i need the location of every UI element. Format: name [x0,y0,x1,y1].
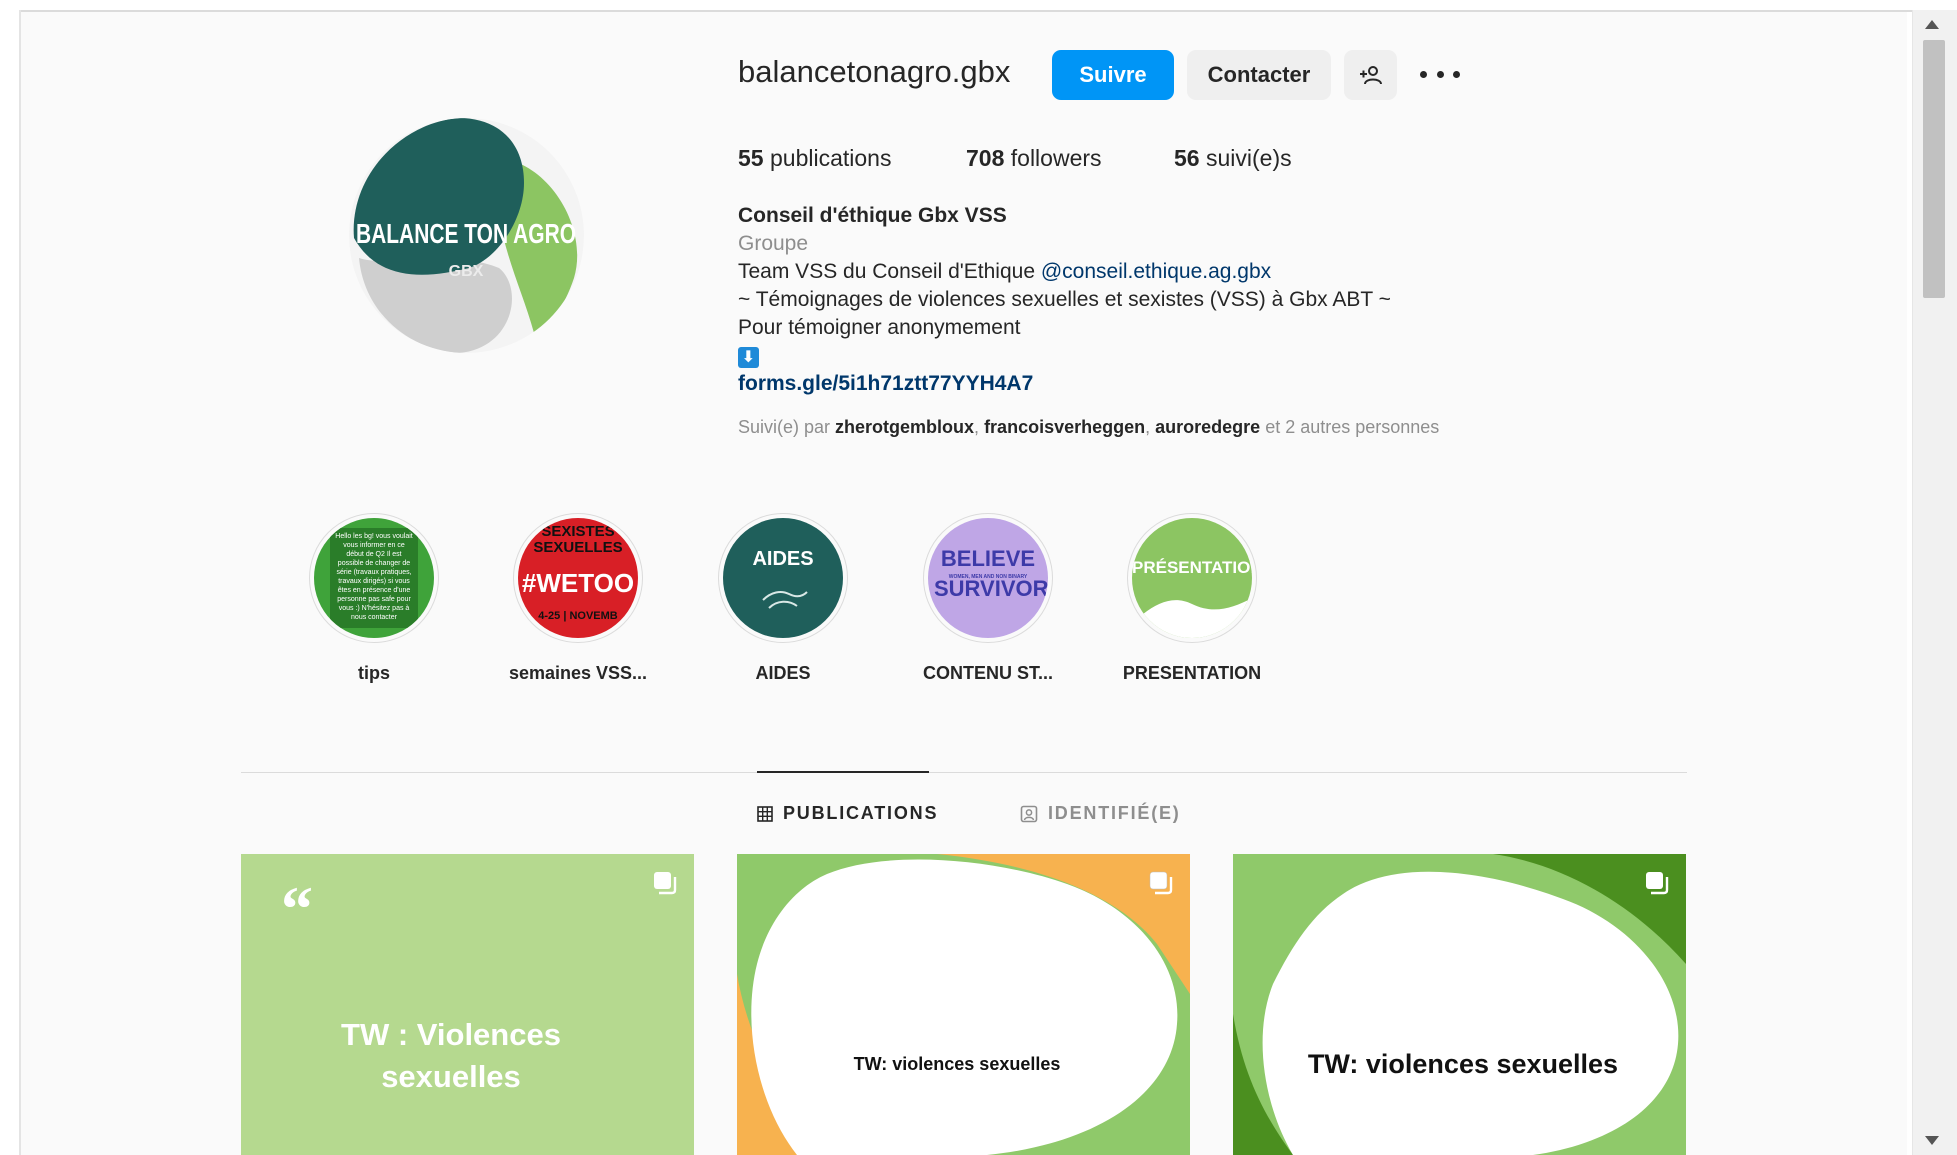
more-dots-icon [1420,70,1427,78]
scroll-up-arrow-icon[interactable] [1925,20,1939,29]
profile-username: balancetonagro.gbx [738,54,1011,89]
left-border [19,10,21,1155]
bio-line-testify: Pour témoigner anonymement [738,316,1021,339]
highlight-cover-aides: AIDES [723,518,843,638]
post-tile-2[interactable]: TW: violences sexuelles [737,854,1190,1155]
follow-button[interactable]: Suivre [1052,50,1174,100]
posts-count: 55 publications [738,145,892,171]
avatar-logo-image: BALANCE TON AGRO GBX [349,118,584,353]
post-3-caption: TW: violences sexuelles [1307,1049,1619,1079]
avatar-logo-text: BALANCE TON AGRO [356,218,576,249]
more-options-button[interactable] [1420,64,1460,84]
tab-publications[interactable]: PUBLICATIONS [757,803,938,824]
follower-link-2[interactable]: francoisverheggen [984,417,1145,437]
highlight-semaines-vss[interactable]: SEXISTES SEXUELLES #WETOO 4-25 | NOVEMB … [483,513,673,684]
profile-bio: Conseil d'éthique Gbx VSS Groupe Team VS… [738,202,1391,398]
top-border [20,10,1912,12]
profile-avatar[interactable]: BALANCE TON AGRO GBX [349,118,584,353]
wave-shape [1132,598,1252,638]
post-1-caption: TW : Violences sexuelles [341,1017,561,1094]
highlight-presentation[interactable]: PRÉSENTATION PRESENTATION [1097,513,1287,684]
tabs-divider [241,772,1687,773]
highlight-tips[interactable]: Hello les bg! vous voulait vous informer… [279,513,469,684]
scroll-down-arrow-icon[interactable] [1925,1136,1939,1145]
post-tile-1[interactable]: “ TW : Violences sexuelles [241,854,694,1155]
highlight-cover-believe-survivors: BELIEVE SURVIVORS WOMEN, MEN AND NON BIN… [928,518,1048,638]
bio-external-link[interactable]: forms.gle/5i1h71ztt77YYH4A7 [738,370,1391,398]
avatar-logo-subtext: GBX [449,263,484,280]
bio-line-team: Team VSS du Conseil d'Ethique @conseil.e… [738,260,1272,283]
highlight-cover-presentation: PRÉSENTATION [1132,518,1252,638]
post-2-caption: TW: violences sexuelles [853,1054,1061,1074]
highlight-aides[interactable]: AIDES AIDES [688,513,878,684]
post-2-background [737,854,1190,1155]
suggested-accounts-button[interactable] [1344,50,1397,100]
page-scrollbar[interactable] [1912,10,1957,1155]
bio-line-testimonies: ~ Témoignages de violences sexuelles et … [738,288,1391,311]
profile-full-name: Conseil d'éthique Gbx VSS [738,204,1007,227]
following-count[interactable]: 56 suivi(e)s [1174,145,1292,172]
follower-link-3[interactable]: auroredegre [1155,417,1260,437]
highlight-contenu[interactable]: BELIEVE SURVIVORS WOMEN, MEN AND NON BIN… [893,513,1083,684]
browser-viewport: BALANCE TON AGRO GBX balancetonagro.gbx … [0,0,1957,1155]
bio-mention-link[interactable]: @conseil.ethique.ag.gbx [1041,260,1271,283]
down-arrow-icon: ⬇ [738,347,759,368]
carousel-icon [654,872,677,895]
scroll-thumb[interactable] [1923,40,1945,298]
tab-identifie[interactable]: IDENTIFIÉ(E) [1020,803,1181,824]
active-tab-indicator [757,771,929,773]
tagged-user-icon [1020,805,1038,822]
hands-icon [762,591,808,609]
grid-icon [757,805,773,822]
contact-button[interactable]: Contacter [1187,50,1331,100]
quote-mark-icon: “ [281,873,313,944]
highlight-cover-tips: Hello les bg! vous voulait vous informer… [314,518,434,638]
profile-category: Groupe [738,232,809,255]
highlight-cover-wetoo: SEXISTES SEXUELLES #WETOO 4-25 | NOVEMB [518,518,638,638]
follower-link-1[interactable]: zherotgembloux [835,417,974,437]
add-user-icon [1359,66,1382,85]
carousel-icon [1149,871,1173,895]
carousel-icon [1646,872,1669,895]
followers-count[interactable]: 708 followers [966,145,1102,172]
followed-by-text[interactable]: Suivi(e) par zherotgembloux, francoisver… [738,417,1439,438]
post-3-background [1233,854,1686,1155]
post-tile-3[interactable]: TW: violences sexuelles [1233,854,1686,1155]
